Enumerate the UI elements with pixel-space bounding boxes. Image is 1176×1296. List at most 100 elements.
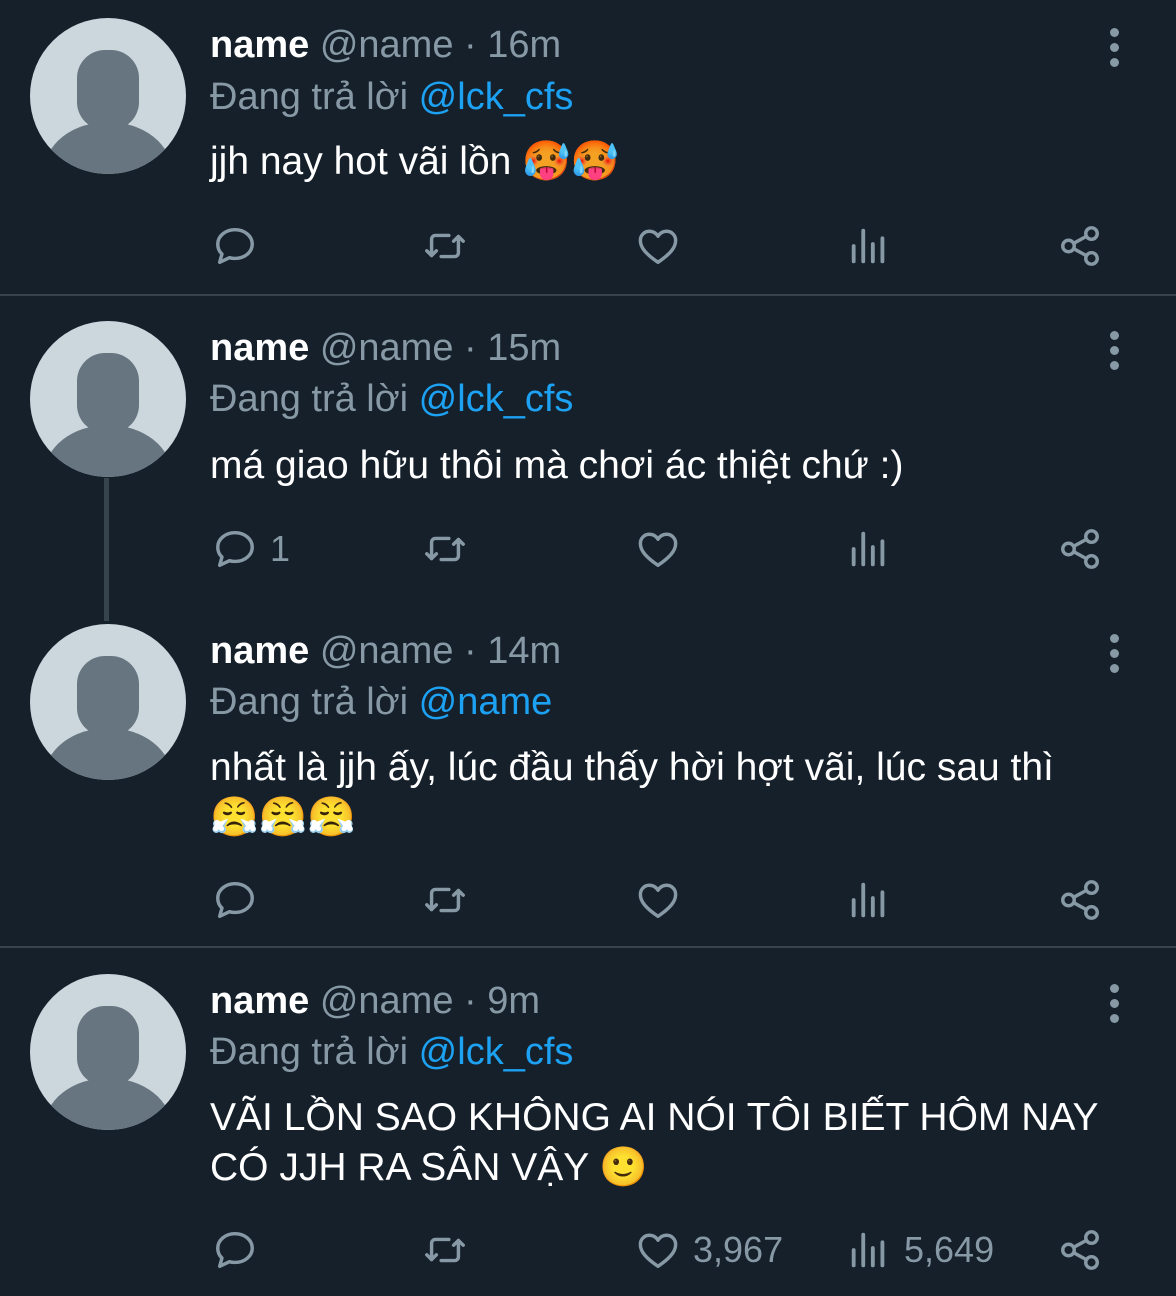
share-icon bbox=[1061, 529, 1099, 569]
retweet-icon bbox=[425, 536, 465, 562]
avatar[interactable] bbox=[30, 974, 186, 1130]
more-options-button[interactable] bbox=[1104, 28, 1124, 68]
share-button[interactable] bbox=[1057, 221, 1103, 271]
tweet-text: jjh nay hot vãi lồn 🥵🥵 bbox=[210, 140, 620, 183]
views-icon bbox=[851, 1232, 885, 1268]
retweet-button[interactable] bbox=[422, 875, 468, 925]
avatar-head-shape bbox=[77, 1006, 139, 1086]
display-name[interactable]: name bbox=[210, 630, 309, 672]
more-options-button[interactable] bbox=[1104, 634, 1124, 674]
separator-dot: · bbox=[464, 630, 477, 672]
views-icon bbox=[851, 228, 885, 264]
heart-icon bbox=[638, 1233, 678, 1269]
avatar-head-shape bbox=[77, 656, 139, 736]
timestamp[interactable]: 15m bbox=[487, 327, 561, 369]
avatar-body-shape bbox=[44, 122, 172, 174]
timestamp[interactable]: 16m bbox=[487, 24, 561, 66]
like-button[interactable] bbox=[635, 875, 693, 925]
user-handle[interactable]: @name bbox=[320, 630, 454, 672]
views-button[interactable] bbox=[846, 524, 904, 574]
more-vertical-icon bbox=[1109, 984, 1119, 993]
views-button[interactable] bbox=[846, 875, 904, 925]
retweet-icon bbox=[425, 1237, 465, 1263]
avatar-head-shape bbox=[77, 50, 139, 130]
view-count: 5,649 bbox=[904, 1229, 995, 1270]
avatar-body-shape bbox=[44, 728, 172, 780]
avatar[interactable] bbox=[30, 321, 186, 477]
user-handle[interactable]: @name bbox=[320, 24, 454, 66]
user-handle[interactable]: @name bbox=[320, 327, 454, 369]
share-button[interactable] bbox=[1057, 875, 1103, 925]
tweet-header: name @name · 16m bbox=[210, 20, 561, 70]
reply-button[interactable] bbox=[212, 221, 270, 271]
replying-to-label: Đang trả lời bbox=[210, 76, 409, 118]
heart-icon bbox=[638, 532, 678, 568]
tweet-text: nhất là jjh ấy, lúc đầu thấy hời hợt vãi… bbox=[210, 746, 1054, 839]
display-name[interactable]: name bbox=[210, 980, 309, 1022]
timestamp[interactable]: 14m bbox=[487, 630, 561, 672]
more-vertical-icon bbox=[1109, 28, 1119, 37]
views-icon bbox=[851, 531, 885, 567]
retweet-button[interactable] bbox=[422, 1225, 468, 1275]
views-button[interactable]: 5,649 bbox=[846, 1225, 994, 1275]
mention-link[interactable]: @lck_cfs bbox=[419, 76, 574, 118]
avatar-body-shape bbox=[44, 425, 172, 477]
separator-dot: · bbox=[464, 980, 477, 1022]
replying-to: Đang trả lời @lck_cfs bbox=[210, 72, 573, 122]
like-button[interactable] bbox=[635, 221, 693, 271]
reply-icon bbox=[216, 1231, 254, 1269]
retweet-icon bbox=[425, 887, 465, 913]
avatar[interactable] bbox=[30, 624, 186, 780]
share-button[interactable] bbox=[1057, 1225, 1103, 1275]
replying-to-label: Đang trả lời bbox=[210, 1031, 409, 1073]
avatar[interactable] bbox=[30, 18, 186, 174]
reply-icon bbox=[216, 881, 254, 919]
heart-icon bbox=[638, 229, 678, 265]
reply-icon bbox=[216, 227, 254, 265]
user-handle[interactable]: @name bbox=[320, 980, 454, 1022]
views-button[interactable] bbox=[846, 221, 904, 271]
mention-link[interactable]: @name bbox=[419, 681, 553, 723]
retweet-button[interactable] bbox=[422, 524, 468, 574]
tweet-text: VÃI LỒN SAO KHÔNG AI NÓI TÔI BIẾT HÔM NA… bbox=[210, 1096, 1098, 1189]
heart-icon bbox=[638, 883, 678, 919]
like-button[interactable]: 3,967 bbox=[635, 1225, 783, 1275]
more-options-button[interactable] bbox=[1104, 984, 1124, 1024]
reply-button[interactable]: 1 bbox=[212, 524, 290, 574]
replying-to: Đang trả lời @name bbox=[210, 677, 552, 727]
display-name[interactable]: name bbox=[210, 24, 309, 66]
views-icon bbox=[851, 882, 885, 918]
share-icon bbox=[1061, 880, 1099, 920]
mention-link[interactable]: @lck_cfs bbox=[419, 378, 574, 420]
replying-to: Đang trả lời @lck_cfs bbox=[210, 374, 573, 424]
replying-to-label: Đang trả lời bbox=[210, 378, 409, 420]
timestamp[interactable]: 9m bbox=[487, 980, 540, 1022]
share-icon bbox=[1061, 226, 1099, 266]
reply-count: 1 bbox=[270, 528, 291, 569]
tweet-divider bbox=[0, 294, 1176, 296]
reply-button[interactable] bbox=[212, 1225, 270, 1275]
avatar-head-shape bbox=[77, 353, 139, 433]
retweet-icon bbox=[425, 233, 465, 259]
separator-dot: · bbox=[464, 327, 477, 369]
more-vertical-icon bbox=[1109, 634, 1119, 643]
tweet-divider bbox=[0, 946, 1176, 948]
mention-link[interactable]: @lck_cfs bbox=[419, 1031, 574, 1073]
like-count: 3,967 bbox=[693, 1229, 784, 1270]
action-bar: 1 bbox=[0, 524, 1176, 574]
display-name[interactable]: name bbox=[210, 327, 309, 369]
like-button[interactable] bbox=[635, 524, 693, 574]
share-icon bbox=[1061, 1230, 1099, 1270]
action-bar: 3,967 5,649 bbox=[0, 1225, 1176, 1275]
more-options-button[interactable] bbox=[1104, 331, 1124, 371]
more-vertical-icon bbox=[1109, 331, 1119, 340]
reply-button[interactable] bbox=[212, 875, 270, 925]
tweet-header: name @name · 15m bbox=[210, 323, 561, 373]
share-button[interactable] bbox=[1057, 524, 1103, 574]
avatar-body-shape bbox=[44, 1078, 172, 1130]
tweet-header: name @name · 9m bbox=[210, 976, 540, 1026]
action-bar bbox=[0, 875, 1176, 925]
retweet-button[interactable] bbox=[422, 221, 468, 271]
reply-icon bbox=[216, 530, 254, 568]
separator-dot: · bbox=[464, 24, 477, 66]
